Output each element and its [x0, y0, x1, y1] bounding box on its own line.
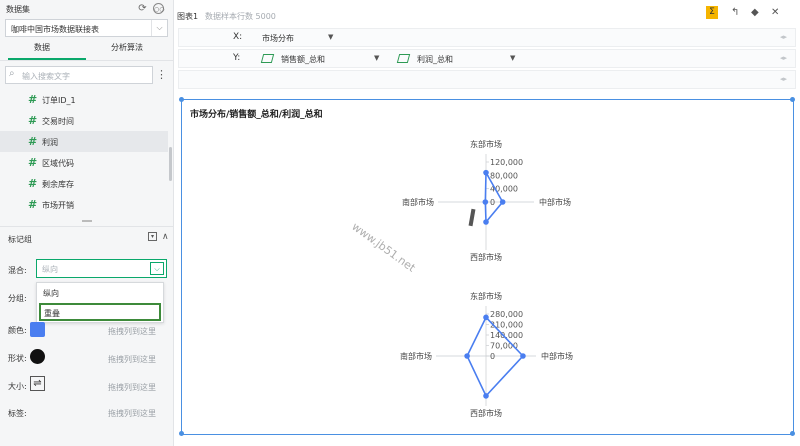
radar-data-point [483, 219, 489, 225]
radar-category-label: 东部市场 [470, 291, 502, 301]
radar-tick-label: 280,000 [490, 310, 523, 319]
radar-data-point [499, 199, 506, 205]
radar-data-point [483, 393, 489, 399]
radar-category-label: 中部市场 [539, 197, 571, 207]
radar-category-label: 中部市场 [541, 351, 573, 361]
radar-data-point [520, 353, 526, 359]
radar-data-point [483, 169, 489, 176]
radar-charts: 120,00080,00040,0000东部市场中部市场西部市场南部市场280,… [400, 139, 573, 418]
radar-data-point [464, 353, 470, 359]
radar-category-label: 南部市场 [400, 351, 432, 361]
radar-tick-label: 0 [490, 198, 495, 207]
radar-category-label: 西部市场 [470, 252, 502, 262]
radar-data-point [483, 314, 489, 321]
radar-data-point [482, 199, 489, 205]
radar-tick-label: 210,000 [490, 321, 523, 330]
radar-tick-label: 80,000 [490, 171, 518, 180]
radar-category-label: 南部市场 [402, 197, 434, 207]
radar-category-label: 西部市场 [470, 408, 502, 418]
radar-tick-label: 0 [490, 352, 495, 361]
radar-tick-label: 120,000 [490, 158, 523, 167]
radar-category-label: 东部市场 [470, 139, 502, 149]
